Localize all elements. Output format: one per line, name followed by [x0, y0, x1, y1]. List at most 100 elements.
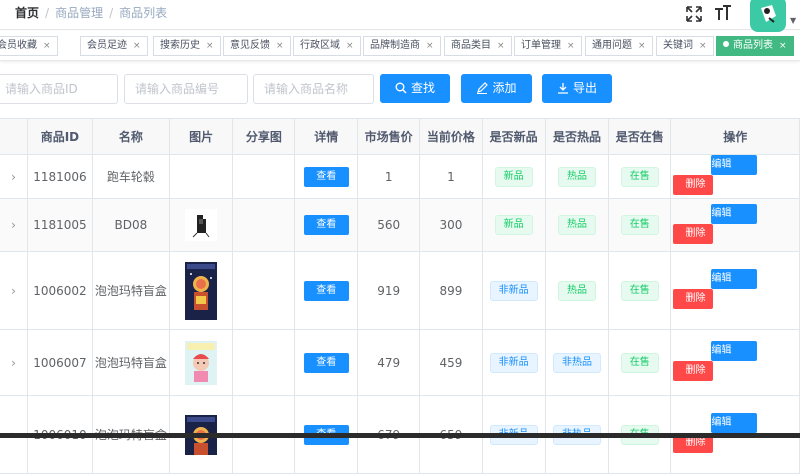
edit-button[interactable]: 编辑 — [711, 341, 758, 361]
cell-goods-id: 1006007 — [27, 329, 93, 396]
close-icon[interactable]: × — [133, 41, 141, 51]
close-icon[interactable]: × — [497, 41, 505, 51]
cell-share-image — [232, 329, 296, 396]
cell-on-sale: 在售 — [608, 251, 672, 330]
breadcrumb: 首页 / 商品管理 / 商品列表 — [15, 6, 168, 20]
tag-keyword[interactable]: 关键词 × — [656, 36, 714, 56]
goods-name-input[interactable]: 请输入商品名称 — [253, 74, 374, 104]
view-detail-button[interactable]: 查看 — [303, 280, 349, 301]
goods-id-input[interactable]: 请输入商品ID — [0, 74, 118, 104]
cell-is-hot: 热品 — [545, 251, 610, 330]
col-detail: 详情 — [294, 118, 359, 155]
view-detail-button[interactable]: 查看 — [303, 215, 349, 235]
close-icon[interactable]: × — [276, 41, 284, 51]
goods-sn-input[interactable]: 请输入商品编号 — [124, 74, 248, 104]
col-image: 图片 — [169, 118, 234, 155]
avatar[interactable] — [750, 0, 786, 32]
table-row: › 1006002 泡泡玛特盲盒 查看 919 899 非新品 热品 在售 编辑… — [0, 251, 800, 330]
tag-category[interactable]: 商品类目 × — [444, 36, 512, 56]
expand-toggle[interactable]: › — [0, 251, 29, 330]
view-detail-button[interactable]: 查看 — [303, 166, 349, 187]
status-badge: 热品 — [557, 166, 596, 187]
view-detail-button[interactable]: 查看 — [303, 352, 349, 373]
edit-button[interactable]: 编辑 — [711, 269, 758, 289]
table-header: 商品ID 名称 图片 分享图 详情 市场售价 当前价格 是否新品 是否热品 是否… — [0, 118, 800, 155]
cell-name: 泡泡玛特盲盒 — [92, 329, 170, 396]
edit-button[interactable]: 编辑 — [711, 413, 758, 433]
cell-share-image — [232, 154, 296, 199]
cell-detail: 查看 — [294, 198, 359, 252]
caret-down-icon[interactable]: ▼ — [790, 16, 796, 25]
cell-image — [169, 251, 234, 330]
delete-button[interactable]: 删除 — [673, 361, 714, 381]
cell-on-sale: 在售 — [608, 198, 672, 252]
font-size-icon[interactable] — [714, 4, 732, 22]
delete-button[interactable]: 删除 — [673, 223, 714, 244]
cell-detail: 查看 — [294, 154, 359, 199]
status-badge: 热品 — [557, 280, 596, 301]
status-badge: 非新品 — [489, 280, 538, 301]
cell-goods-id: 1181006 — [27, 154, 93, 199]
cell-market-price: 560 — [357, 198, 421, 252]
close-icon[interactable]: × — [567, 41, 575, 51]
close-icon[interactable]: × — [426, 41, 434, 51]
tag-region[interactable]: 行政区域 × — [293, 36, 361, 56]
navbar: 首页 / 商品管理 / 商品列表 ▼ — [0, 0, 800, 32]
cell-is-hot: 热品 — [545, 198, 610, 252]
chevron-right-icon[interactable]: › — [11, 218, 16, 232]
edit-button[interactable]: 编辑 — [711, 203, 758, 224]
cell-detail: 查看 — [294, 329, 359, 396]
cell-is-hot: 热品 — [545, 154, 610, 199]
col-expand — [0, 118, 29, 155]
chevron-right-icon[interactable]: › — [11, 284, 16, 298]
search-button[interactable]: 查找 — [380, 74, 450, 103]
chevron-right-icon[interactable]: › — [11, 170, 16, 184]
status-badge: 热品 — [557, 215, 596, 235]
cell-image — [169, 154, 234, 199]
breadcrumb-home[interactable]: 首页 — [15, 6, 39, 20]
cell-goods-id: 1181005 — [27, 198, 93, 252]
close-icon[interactable]: × — [638, 41, 646, 51]
col-name: 名称 — [92, 118, 170, 155]
product-thumbnail — [185, 209, 218, 241]
expand-toggle[interactable]: › — [0, 198, 29, 252]
chevron-right-icon[interactable]: › — [11, 356, 16, 370]
status-badge: 新品 — [494, 215, 533, 235]
product-thumbnail — [185, 340, 218, 385]
delete-button[interactable]: 删除 — [673, 175, 714, 195]
search-icon — [395, 82, 407, 93]
col-market-price: 市场售价 — [357, 118, 421, 155]
close-icon[interactable]: × — [779, 41, 787, 51]
expand-toggle[interactable]: › — [0, 329, 29, 396]
tag-brand[interactable]: 品牌制造商 × — [363, 36, 441, 56]
close-icon[interactable]: × — [43, 41, 51, 51]
close-icon[interactable]: × — [346, 41, 354, 51]
active-dot-icon — [723, 41, 729, 47]
cell-is-new: 非新品 — [482, 251, 546, 330]
tag-order[interactable]: 订单管理 × — [514, 36, 582, 56]
taskbar-strip — [0, 433, 800, 438]
tag-search-history[interactable]: 搜索历史 × — [153, 36, 221, 56]
fullscreen-icon[interactable] — [686, 6, 702, 22]
tag-feedback[interactable]: 意见反馈 × — [223, 36, 291, 56]
cell-price: 1 — [419, 154, 483, 199]
edit-button[interactable]: 编辑 — [711, 155, 758, 175]
status-badge: 非新品 — [489, 352, 538, 373]
cell-goods-id: 1006002 — [27, 251, 93, 330]
cell-is-new: 非新品 — [482, 329, 546, 396]
close-icon[interactable]: × — [206, 41, 214, 51]
add-button[interactable]: 添加 — [461, 74, 532, 103]
cell-market-price: 1 — [357, 154, 421, 199]
tag-member-collect[interactable]: 会员收藏 × — [0, 36, 58, 56]
export-button[interactable]: 导出 — [542, 74, 612, 103]
delete-button[interactable]: 删除 — [673, 289, 714, 309]
expand-toggle[interactable]: › — [0, 154, 29, 199]
tag-issue[interactable]: 通用问题 × — [585, 36, 653, 56]
cell-name: 泡泡玛特盲盒 — [92, 251, 170, 330]
cell-market-price: 919 — [357, 251, 421, 330]
cell-is-new: 新品 — [482, 198, 546, 252]
close-icon[interactable]: × — [699, 41, 707, 51]
tag-member-footprint[interactable]: 会员足迹 × — [80, 36, 148, 56]
tag-goods-list[interactable]: 商品列表 × — [716, 36, 794, 56]
cell-actions: 编辑删除 — [670, 329, 800, 396]
